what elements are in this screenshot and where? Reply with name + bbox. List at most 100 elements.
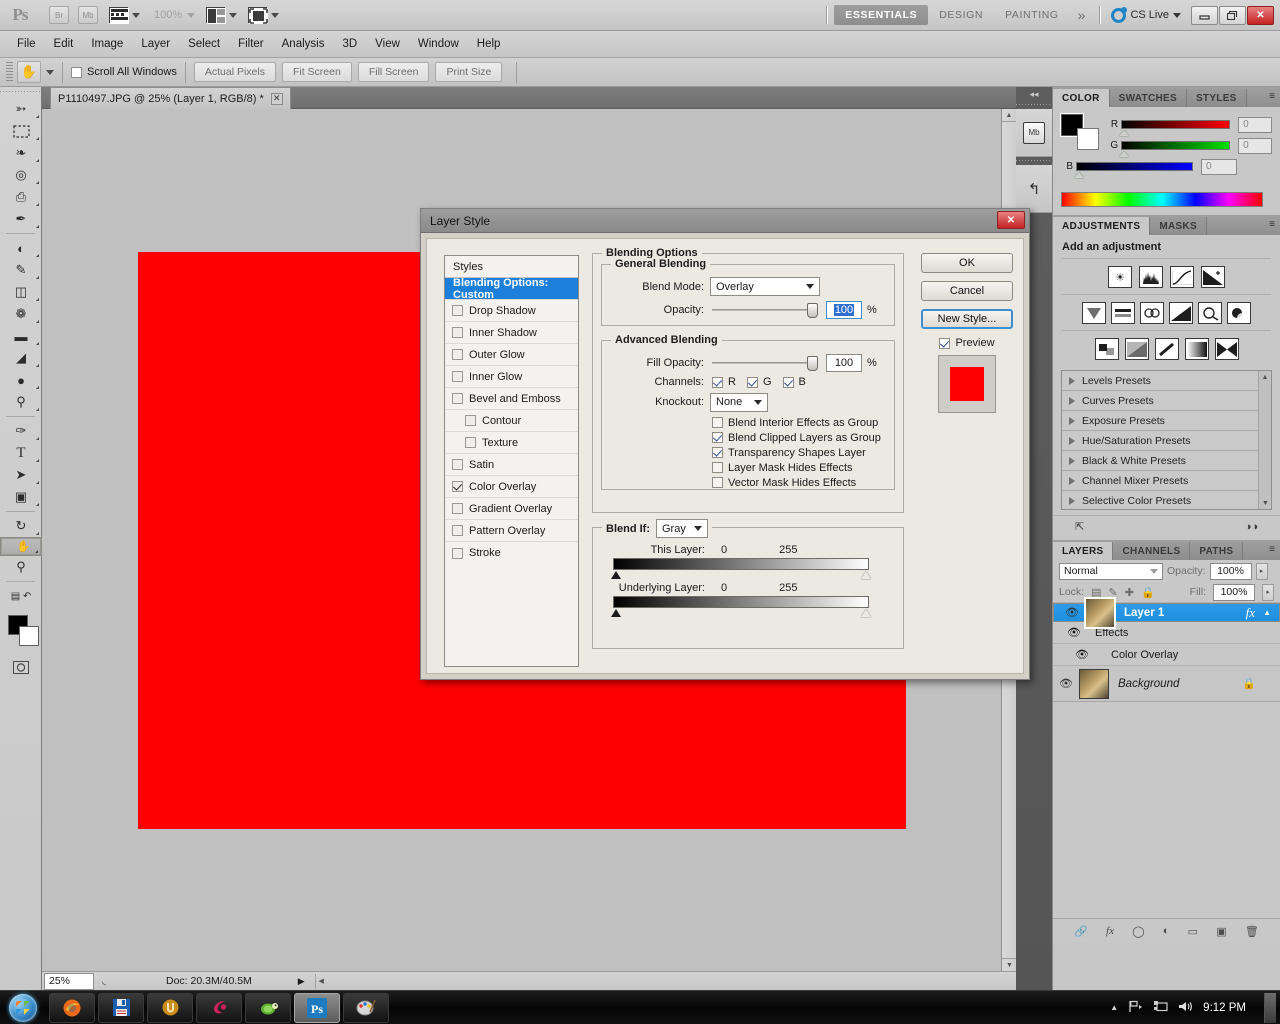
tool-quick-selection[interactable]: ◎ [0, 164, 42, 186]
delete-layer-icon[interactable]: 🗑 [1245, 925, 1259, 938]
vibrance-icon[interactable] [1082, 302, 1106, 324]
dock-grip[interactable] [1016, 101, 1052, 109]
tab-paths[interactable]: PATHS [1190, 542, 1244, 560]
menu-edit[interactable]: Edit [45, 34, 83, 54]
add-layer-style-icon[interactable]: fx [1106, 925, 1114, 937]
scroll-down-arrow-icon[interactable]: ▼ [1259, 497, 1272, 509]
style-item-pattern-overlay[interactable]: Pattern Overlay [445, 520, 578, 542]
style-checkbox[interactable] [452, 305, 463, 316]
channel-b[interactable]: B [782, 375, 806, 390]
tab-styles[interactable]: STYLES [1186, 89, 1247, 107]
color-overlay-visibility-icon[interactable]: 👁 [1053, 648, 1111, 661]
network-icon[interactable] [1128, 1000, 1143, 1016]
knockout-select[interactable]: None [710, 392, 768, 412]
tool-rectangular-marquee[interactable] [0, 120, 42, 142]
style-checkbox[interactable] [452, 503, 463, 514]
tab-color[interactable]: COLOR [1053, 89, 1110, 107]
launch-bridge-button[interactable]: Br [49, 6, 69, 24]
style-checkbox[interactable] [452, 525, 463, 536]
color-slider-r[interactable]: R 0 [1107, 114, 1272, 136]
blend-clipped-layers-checkbox[interactable] [712, 432, 723, 443]
menu-analysis[interactable]: Analysis [273, 34, 334, 54]
blend-interior-effects-row[interactable]: Blend Interior Effects as Group [712, 415, 888, 430]
tool-path-selection[interactable]: ➤ [0, 464, 42, 486]
underlying-layer-black-slider[interactable] [611, 609, 621, 617]
workspace-tab-essentials[interactable]: ESSENTIALS [834, 5, 929, 25]
tool-eyedropper[interactable]: ✒ [0, 208, 42, 230]
menu-3d[interactable]: 3D [333, 34, 366, 54]
style-item-color-overlay[interactable]: Color Overlay [445, 476, 578, 498]
channel-r[interactable]: R [712, 375, 736, 390]
style-checkbox[interactable] [452, 327, 463, 338]
tab-adjustments[interactable]: ADJUSTMENTS [1053, 217, 1151, 235]
close-button[interactable]: ✕ [1247, 5, 1274, 25]
underlying-layer-white-slider[interactable] [861, 609, 871, 617]
taskbar-item-photoshop[interactable]: Ps [294, 992, 340, 1023]
preset-levels[interactable]: Levels Presets [1062, 371, 1271, 391]
channel-g[interactable]: G [746, 375, 772, 390]
layer-effects-icon[interactable]: fx [1246, 605, 1255, 621]
tool-hand[interactable]: ✋ [0, 537, 42, 556]
scroll-up-arrow-icon[interactable]: ▲ [1002, 109, 1016, 122]
scroll-left-arrow-icon[interactable]: ◀ [314, 973, 327, 989]
color-slider-g-track[interactable] [1119, 141, 1231, 157]
new-group-icon[interactable]: ▭ [1188, 925, 1198, 938]
collapse-panels-icon[interactable]: ◂◂ [1016, 87, 1052, 101]
tool-crop[interactable]: ⎙ [0, 186, 42, 208]
fill-opacity-slider[interactable] [712, 355, 818, 371]
document-tab[interactable]: P1110497.JPG @ 25% (Layer 1, RGB/8) * ✕ [50, 87, 291, 109]
default-colors-swap[interactable]: ▤ ↶ [0, 585, 42, 607]
spectrum-endpoints[interactable] [1248, 193, 1262, 208]
opacity-value[interactable]: 100% [1209, 562, 1252, 580]
style-checkbox[interactable] [452, 393, 463, 404]
workspace-tab-design[interactable]: DESIGN [928, 5, 994, 25]
hand-tool-icon[interactable]: ✋ [17, 61, 41, 83]
tool-blur[interactable]: ● [0, 369, 42, 391]
menu-layer[interactable]: Layer [132, 34, 179, 54]
preset-selective-color[interactable]: Selective Color Presets [1062, 491, 1271, 511]
launch-mini-bridge-button[interactable]: Mb [78, 6, 98, 24]
style-item-inner-shadow[interactable]: Inner Shadow [445, 322, 578, 344]
blend-mode-select[interactable]: Overlay [710, 277, 820, 296]
menu-view[interactable]: View [366, 34, 409, 54]
link-layers-icon[interactable]: 🔗 [1074, 925, 1088, 938]
color-value-g[interactable]: 0 [1238, 137, 1272, 154]
mini-bridge-dock-button[interactable]: Mb [1016, 109, 1052, 157]
tool-lasso[interactable]: ❧ [0, 142, 42, 164]
chevron-up-icon[interactable]: ▲ [1263, 608, 1271, 617]
layer-thumbnail[interactable] [1079, 668, 1109, 699]
menu-select[interactable]: Select [179, 34, 229, 54]
opacity-stepper-icon[interactable]: ▸ [1255, 562, 1268, 580]
lock-position-icon[interactable]: ✚ [1125, 586, 1134, 599]
this-layer-black-slider[interactable] [611, 571, 621, 579]
style-item-satin[interactable]: Satin [445, 454, 578, 476]
tab-channels[interactable]: CHANNELS [1113, 542, 1191, 560]
background-color-swatch[interactable] [19, 626, 39, 646]
color-swatches[interactable] [0, 613, 42, 653]
blend-if-channel-select[interactable]: Gray [656, 519, 708, 538]
taskbar-item-paint[interactable] [343, 992, 389, 1023]
invert-icon[interactable] [1094, 338, 1119, 360]
preset-hue-saturation[interactable]: Hue/Saturation Presets [1062, 431, 1271, 451]
color-slider-r-track[interactable] [1119, 120, 1231, 136]
status-proxy-icon[interactable]: ◟ [94, 973, 114, 990]
levels-icon[interactable] [1139, 266, 1163, 288]
layer-mask-hides-effects-checkbox[interactable] [712, 462, 723, 473]
show-desktop-button[interactable] [1264, 992, 1276, 1023]
options-bar-grip[interactable] [6, 62, 13, 82]
history-dock-button[interactable]: ↰ [1016, 165, 1052, 213]
tool-brush[interactable]: ✎ [0, 259, 42, 281]
menu-help[interactable]: Help [468, 34, 510, 54]
add-layer-mask-icon[interactable]: ◯ [1132, 925, 1144, 938]
actual-pixels-button[interactable]: Actual Pixels [193, 62, 276, 82]
preview-checkbox[interactable] [939, 337, 951, 349]
fill-opacity-input[interactable]: 100 [826, 353, 862, 372]
styles-list-header[interactable]: Styles [445, 256, 578, 278]
scroll-all-windows-checkbox[interactable] [71, 66, 82, 78]
tool-move[interactable]: ➳ [0, 98, 42, 120]
color-slider-b[interactable]: B 0 [1061, 156, 1272, 178]
color-spectrum-ramp[interactable] [1061, 192, 1263, 207]
background-color-swatch[interactable] [1077, 128, 1099, 150]
brightness-contrast-icon[interactable]: ☀ [1108, 266, 1132, 288]
channel-r-checkbox[interactable] [712, 376, 723, 388]
